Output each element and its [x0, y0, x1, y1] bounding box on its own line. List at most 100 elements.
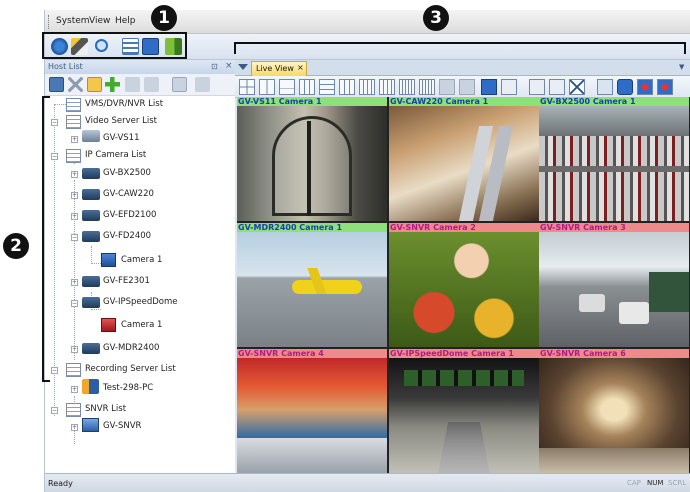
tree-item-test-298-pc[interactable]: Test-298-PC [103, 383, 153, 393]
collapse-toggle[interactable]: − [51, 407, 58, 414]
list-icon [66, 403, 81, 417]
menu-system[interactable]: System [56, 16, 90, 26]
camera-view-9[interactable]: GV-SNVR Camera 6 [539, 349, 689, 473]
channel-icon [101, 253, 116, 267]
edit-icon[interactable] [144, 77, 159, 92]
camera-grid: GV-VS11 Camera 1 GV-CAW220 Camera 1 GV-B… [237, 97, 690, 473]
layout-10-icon[interactable] [419, 79, 435, 95]
layout-9-icon[interactable] [399, 79, 415, 95]
close-all-icon[interactable] [569, 79, 585, 95]
layout-2-icon[interactable] [259, 79, 275, 95]
monitor-icon[interactable] [529, 79, 545, 95]
disconnect-icon[interactable] [195, 77, 210, 92]
camera-label: GV-VS11 Camera 1 [237, 97, 387, 106]
tab-scroll-arrow-icon[interactable] [238, 64, 248, 70]
save-icon[interactable] [49, 77, 64, 92]
camera-view-3[interactable]: GV-BX2500 Camera 1 [539, 97, 689, 221]
tree-item-gv-fd2400[interactable]: GV-FD2400 [103, 231, 151, 241]
menu-bar: System View Help [45, 10, 690, 34]
layout-8-icon[interactable] [379, 79, 395, 95]
tree-item-gv-fe2301[interactable]: GV-FE2301 [103, 276, 150, 286]
camera-view-1[interactable]: GV-VS11 Camera 1 [237, 97, 387, 221]
expand-toggle[interactable]: + [71, 424, 78, 431]
host-tree: VMS/DVR/NVR List − Video Server List + G… [45, 96, 237, 473]
tree-item-gv-vs11[interactable]: GV-VS11 [103, 133, 140, 143]
camera-icon [82, 189, 100, 200]
camera-icon [82, 231, 100, 242]
camera-feed [237, 232, 387, 347]
tab-live-view[interactable]: Live View × [251, 61, 307, 76]
delete-icon[interactable] [68, 77, 83, 92]
camera-icon [82, 297, 100, 308]
collapse-toggle[interactable]: − [51, 119, 58, 126]
expand-toggle[interactable]: + [71, 192, 78, 199]
callout-3: 3 [423, 5, 449, 31]
layout-12-icon[interactable] [459, 79, 475, 95]
tree-item-camera-1[interactable]: Camera 1 [121, 255, 162, 265]
tree-item-video-server-list[interactable]: Video Server List [85, 116, 157, 126]
collapse-toggle[interactable]: − [71, 300, 78, 307]
new-folder-icon[interactable] [87, 77, 102, 92]
tree-item-gv-efd2100[interactable]: GV-EFD2100 [103, 210, 156, 220]
tree-item-gv-ipspeeddome[interactable]: GV-IPSpeedDome [103, 297, 178, 307]
tree-connector [91, 246, 92, 264]
tree-item-gv-snvr[interactable]: GV-SNVR [103, 421, 141, 431]
camera-view-7[interactable]: GV-SNVR Camera 4 [237, 349, 387, 473]
close-icon[interactable]: × [225, 61, 233, 71]
layout-11-icon[interactable] [439, 79, 455, 95]
camera-view-5[interactable]: GV-SNVR Camera 2 [389, 223, 539, 347]
status-text: Ready [48, 479, 73, 488]
collapse-toggle[interactable]: − [51, 153, 58, 160]
tab-close-icon[interactable]: × [297, 63, 304, 72]
camera-view-8[interactable]: GV-IPSpeedDome Camera 1 [389, 349, 539, 473]
camera-view-4[interactable]: GV-MDR2400 Camera 1 [237, 223, 387, 347]
tree-connector [54, 104, 66, 105]
tree-item-camera-1-recording[interactable]: Camera 1 [121, 320, 162, 330]
expand-toggle[interactable]: + [71, 279, 78, 286]
pin-icon[interactable]: ⊡ [211, 62, 218, 71]
tree-item-recording-server-list[interactable]: Recording Server List [85, 364, 176, 374]
layout-7-icon[interactable] [359, 79, 375, 95]
expand-toggle[interactable]: + [71, 386, 78, 393]
tree-item-gv-mdr2400[interactable]: GV-MDR2400 [103, 343, 159, 353]
layout-3-icon[interactable] [279, 79, 295, 95]
camera-view-2[interactable]: GV-CAW220 Camera 1 [389, 97, 539, 221]
host-list-title: Host List [48, 62, 83, 71]
collapse-toggle[interactable]: − [71, 234, 78, 241]
menu-help[interactable]: Help [115, 16, 136, 26]
tree-item-snvr-list[interactable]: SNVR List [85, 404, 126, 414]
connect-icon[interactable] [125, 77, 140, 92]
add-icon[interactable] [105, 77, 120, 92]
tree-item-vms-dvr-nvr-list[interactable]: VMS/DVR/NVR List [85, 99, 163, 109]
channel-recording-icon [101, 318, 116, 332]
expand-toggle[interactable]: + [71, 213, 78, 220]
layout-4-icon[interactable] [299, 79, 315, 95]
tree-item-gv-caw220[interactable]: GV-CAW220 [103, 189, 154, 199]
expand-toggle[interactable]: + [71, 346, 78, 353]
layout-5-icon[interactable] [319, 79, 335, 95]
layout-6-icon[interactable] [339, 79, 355, 95]
properties-icon[interactable] [172, 77, 187, 92]
list-icon [66, 363, 81, 377]
tab-menu-icon[interactable]: ▼ [679, 63, 684, 71]
camera-label: GV-IPSpeedDome Camera 1 [389, 349, 539, 358]
record-icon[interactable] [637, 79, 653, 95]
tree-connector [91, 263, 101, 264]
snapshot-icon[interactable] [617, 79, 633, 95]
expand-toggle[interactable]: + [71, 171, 78, 178]
disconnect-camera-icon[interactable] [597, 79, 613, 95]
full-screen-icon[interactable] [481, 79, 497, 95]
layout-1-icon[interactable] [239, 79, 255, 95]
expand-toggle[interactable]: + [71, 136, 78, 143]
camera-view-6[interactable]: GV-SNVR Camera 3 [539, 223, 689, 347]
stop-record-icon[interactable] [657, 79, 673, 95]
camera-feed [389, 106, 539, 221]
menu-view[interactable]: View [89, 16, 110, 26]
live-view-area: Live View × ▼ GV-VS11 Camera 1 GV-CAW220… [235, 60, 690, 473]
tree-item-ip-camera-list[interactable]: IP Camera List [85, 150, 146, 160]
tree-item-gv-bx2500[interactable]: GV-BX2500 [103, 168, 151, 178]
collapse-toggle[interactable]: − [51, 367, 58, 374]
screen-switch-icon[interactable] [501, 79, 517, 95]
edit-layout-icon[interactable] [549, 79, 565, 95]
camera-icon [82, 276, 100, 287]
